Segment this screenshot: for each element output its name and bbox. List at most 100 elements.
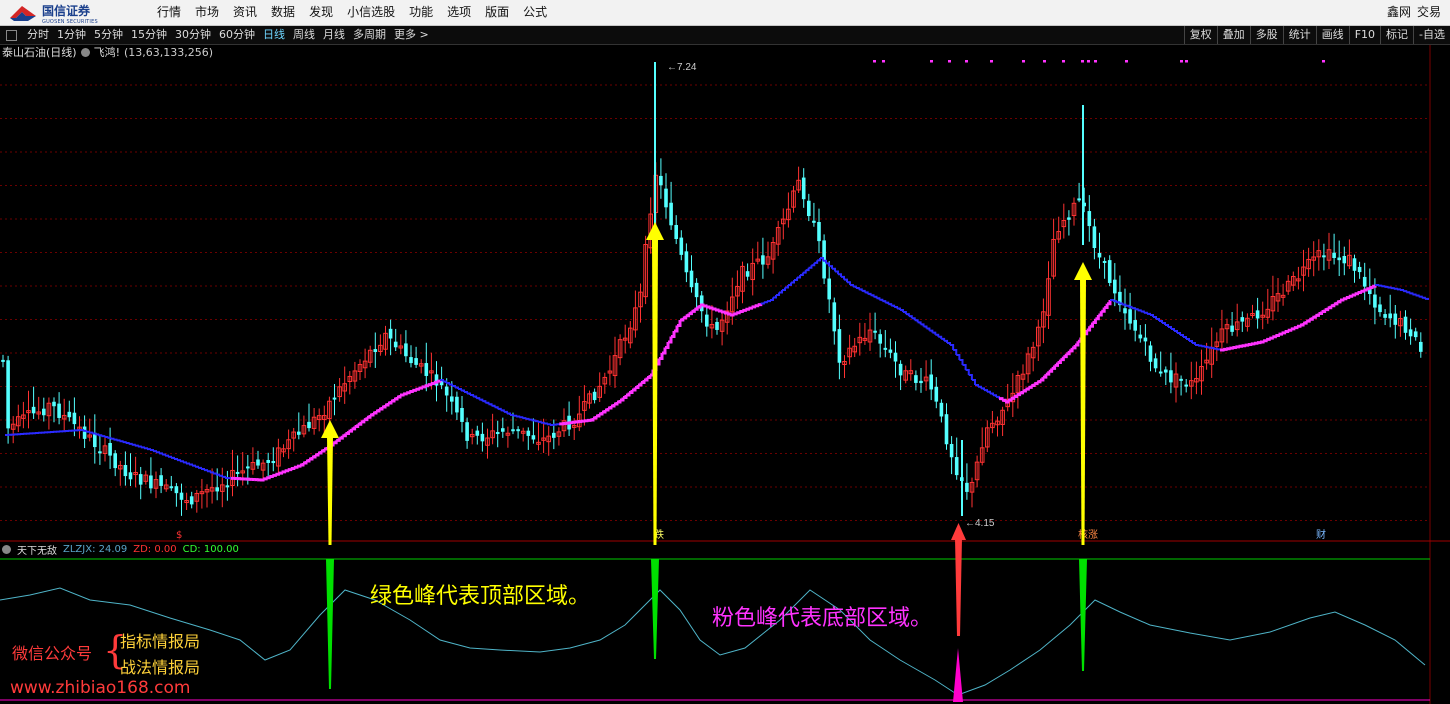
ma-segment	[306, 459, 311, 463]
ma-segment	[1400, 289, 1405, 292]
ma-segment	[1330, 303, 1336, 308]
ma-segment	[382, 405, 387, 409]
ma-segment	[177, 459, 181, 462]
ma-segment	[156, 451, 160, 454]
ma-segment	[841, 275, 845, 280]
ma-segment	[1340, 298, 1345, 302]
ma-segment	[1244, 343, 1250, 347]
ma-segment	[1086, 326, 1092, 332]
ma-segment	[926, 327, 931, 331]
ma-segment	[709, 306, 714, 310]
ma-segment	[1287, 328, 1293, 332]
ma-segment	[779, 290, 783, 294]
ma-segment	[300, 463, 305, 467]
ma-segment	[436, 379, 442, 383]
ma-segment	[647, 375, 652, 379]
ma-segment	[1296, 324, 1302, 328]
ma-segment	[1051, 365, 1057, 370]
watermark-name1: 指标情报局	[120, 632, 201, 651]
ma-segment	[1363, 288, 1368, 292]
ma-segment	[721, 310, 726, 314]
ma-segment	[1028, 385, 1033, 389]
ma-segment	[1195, 344, 1200, 346]
candle-body	[174, 486, 179, 494]
ma-segment	[1384, 285, 1389, 288]
ma-segment	[303, 461, 308, 465]
ma-segment	[715, 308, 720, 312]
candle-body	[332, 397, 337, 400]
ma-segment	[1269, 336, 1274, 340]
ma-segment	[1223, 347, 1228, 351]
candle-body	[1388, 313, 1392, 319]
signal-dot	[1180, 60, 1183, 63]
ma-segment	[1333, 301, 1339, 306]
ma-segment	[1226, 347, 1231, 351]
ma-segment	[1189, 340, 1193, 343]
ma-segment	[1140, 310, 1145, 313]
ma-segment	[1165, 324, 1169, 327]
ma-segment	[348, 428, 354, 433]
candle-body	[108, 442, 112, 456]
ma-segment	[1412, 293, 1417, 296]
ma-segment	[1250, 342, 1256, 346]
ma-segment	[1216, 348, 1221, 351]
ma-segment	[1134, 308, 1139, 311]
ma-segment	[1204, 345, 1209, 348]
ma-segment	[773, 295, 777, 299]
ma-segment	[620, 397, 625, 402]
ma-segment	[680, 317, 685, 322]
ma-segment	[430, 381, 436, 385]
candle-body	[1378, 304, 1382, 313]
ma-segment	[791, 280, 795, 284]
candle-body	[659, 175, 663, 186]
ma-segment	[534, 420, 539, 423]
ma-segment	[1069, 347, 1074, 353]
candle-body	[954, 457, 959, 476]
ma-segment	[736, 311, 741, 315]
ma-segment	[150, 449, 154, 452]
ma-segment	[611, 404, 616, 408]
ma-segment	[125, 442, 130, 445]
candle-body	[123, 465, 128, 477]
ma-segment	[122, 441, 127, 444]
ma-segment	[1177, 332, 1181, 335]
candle-body	[694, 282, 699, 298]
indicator2-name[interactable]: 天下无敌	[17, 542, 57, 557]
kline-chart[interactable]: ←7.24←4.15$ 跌核涨财	[0, 0, 1450, 704]
ma-segment	[811, 262, 816, 267]
ma-segment	[1131, 307, 1136, 310]
ma-segment	[275, 472, 280, 476]
ma-segment	[284, 469, 290, 473]
signal-dot	[1081, 60, 1084, 63]
ma-segment	[956, 354, 961, 360]
ma-segment	[659, 353, 664, 360]
ma-segment	[706, 305, 711, 309]
ma-segment	[623, 395, 628, 399]
indicator2-toggle-icon[interactable]	[2, 544, 11, 554]
ma-segment	[146, 448, 151, 451]
ma-segment	[626, 392, 631, 397]
candle-body	[1255, 310, 1260, 319]
ma-segment	[1060, 356, 1065, 362]
ma-segment	[1232, 346, 1237, 350]
signal-dot	[1322, 60, 1325, 63]
candle-body	[1158, 371, 1163, 374]
ma-segment	[1390, 287, 1395, 290]
candle-body	[266, 459, 270, 463]
signal-dot	[1062, 60, 1065, 63]
candle-body	[1408, 329, 1413, 337]
candle-body	[552, 432, 556, 438]
ma-segment	[1260, 340, 1265, 344]
ma-segment	[312, 455, 317, 459]
ma-segment	[1220, 348, 1225, 352]
ma-segment	[902, 311, 907, 315]
ma-segment	[461, 389, 465, 392]
ma-segment	[1054, 362, 1059, 367]
ma-segment	[540, 421, 545, 424]
candle-body	[1357, 266, 1362, 273]
signal-dot	[1185, 60, 1188, 63]
candle-body	[235, 471, 240, 474]
candle-body	[1169, 370, 1173, 383]
ma-segment	[174, 457, 178, 461]
candle-body	[1133, 320, 1137, 331]
